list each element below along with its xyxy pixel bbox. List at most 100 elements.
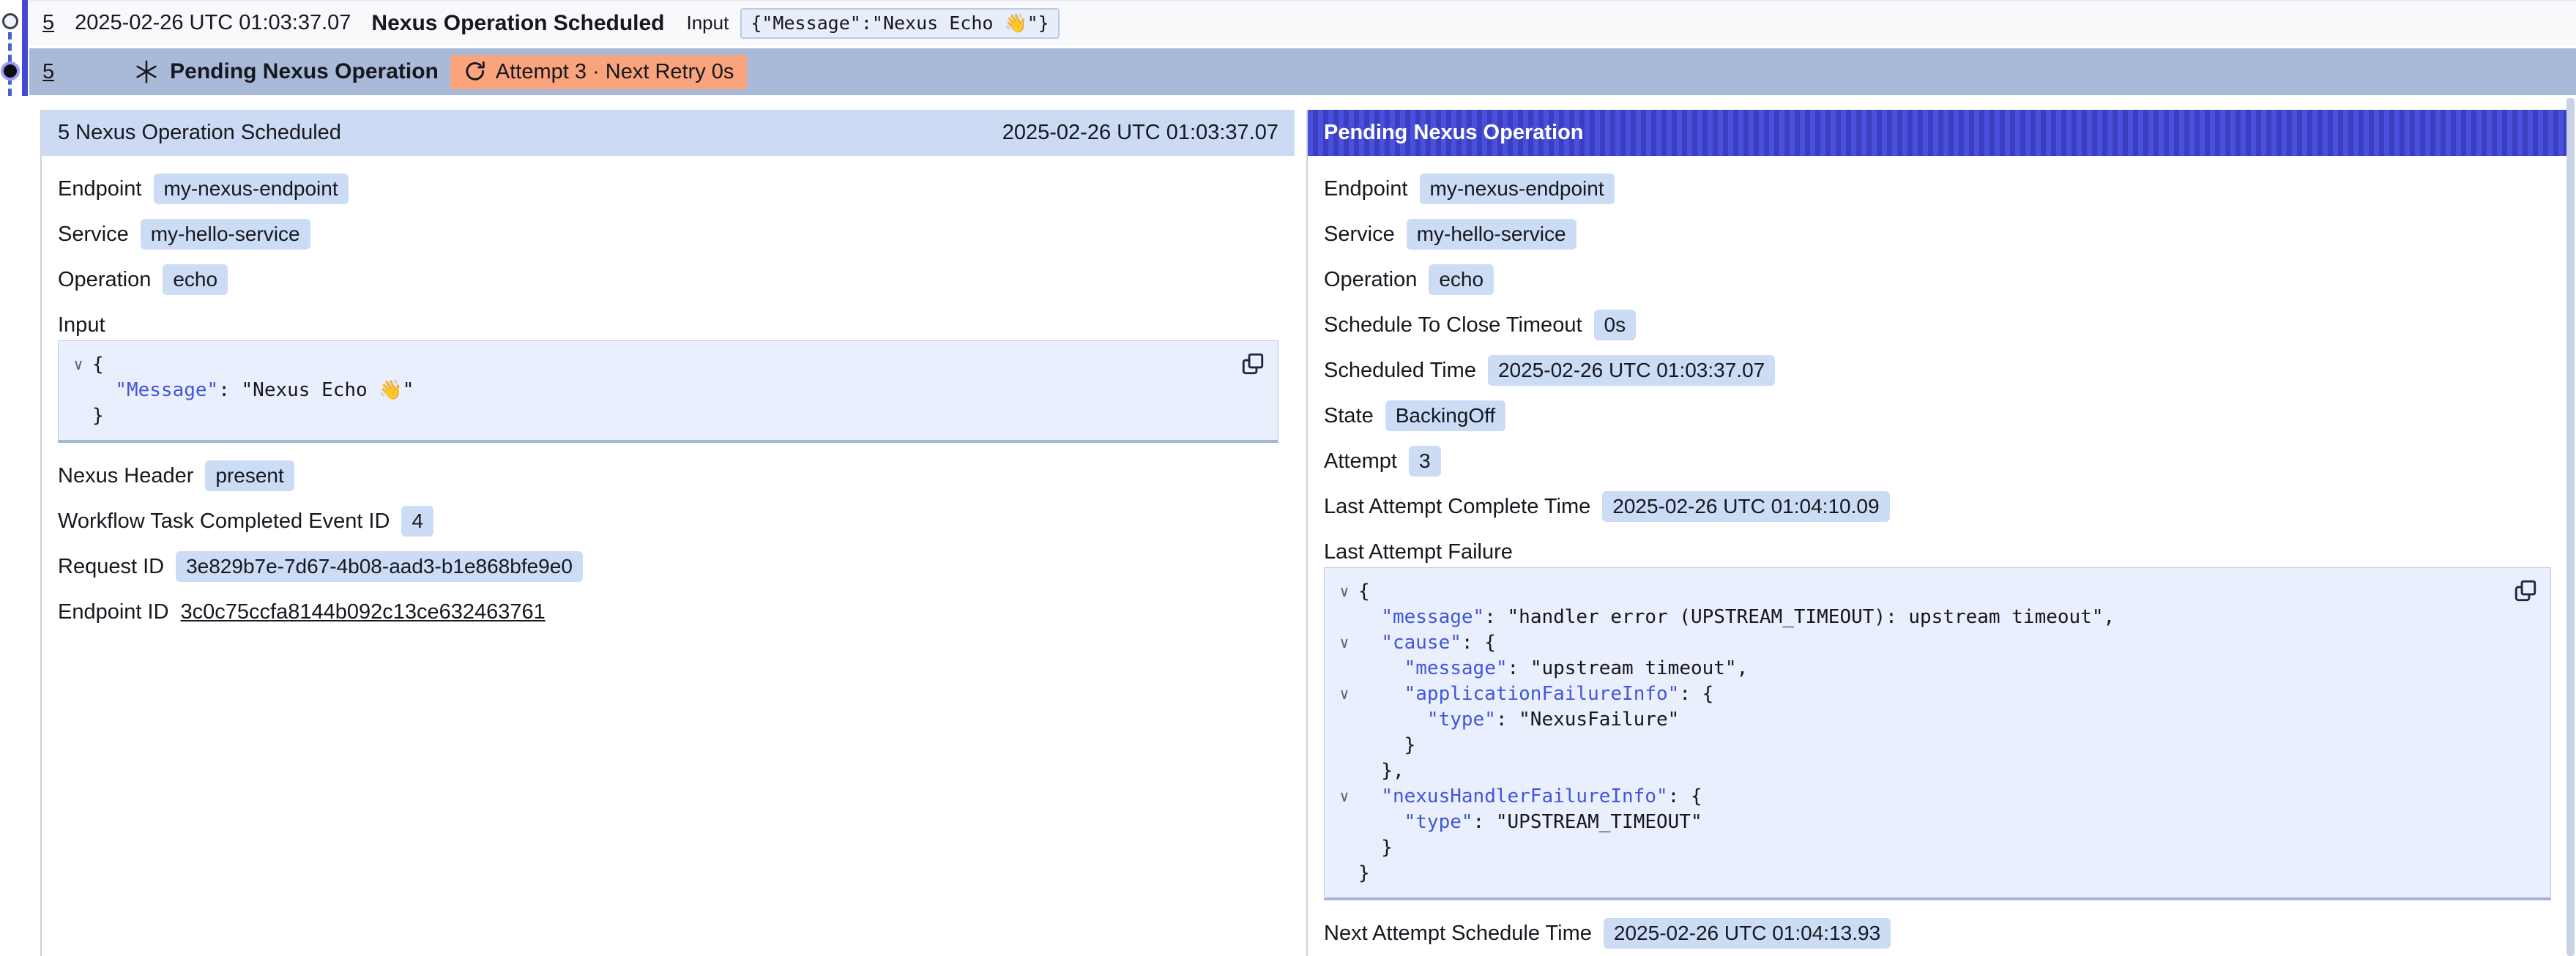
- attempt-retry-label: Attempt 3 · Next Retry 0s: [496, 60, 734, 84]
- code-text: "type": "NexusFailure": [1358, 707, 1679, 733]
- scheduled-panel-body: Endpointmy-nexus-endpointServicemy-hello…: [42, 156, 1295, 629]
- code-gutter: [1330, 758, 1358, 784]
- code-gutter: [64, 378, 92, 403]
- field-row: Operationecho: [58, 263, 1278, 296]
- field-row: StateBackingOff: [1324, 399, 2551, 433]
- collapse-chevron-icon[interactable]: ∨: [1330, 784, 1358, 810]
- scrollbar[interactable]: [2566, 98, 2575, 956]
- event-detail-panels: 5 Nexus Operation Scheduled 2025-02-26 U…: [40, 110, 2576, 956]
- code-text: }: [1358, 835, 1393, 861]
- code-text: }: [92, 403, 104, 429]
- event-input-label: Input: [687, 12, 729, 34]
- scheduled-event-panel: 5 Nexus Operation Scheduled 2025-02-26 U…: [40, 110, 1295, 956]
- event-row-scheduled[interactable]: 5 2025-02-26 UTC 01:03:37.07 Nexus Opera…: [29, 0, 2576, 45]
- field-label: Endpoint: [58, 177, 142, 201]
- field-row: Attempt 3: [1324, 444, 2551, 478]
- collapse-chevron-icon[interactable]: ∨: [1330, 579, 1358, 605]
- pending-panel-title: Pending Nexus Operation: [1324, 121, 1584, 145]
- failure-section-label: Last Attempt Failure: [1324, 535, 2551, 564]
- code-lines: ∨{ "message": "handler error (UPSTREAM_T…: [1330, 579, 2536, 886]
- collapse-chevron-icon[interactable]: ∨: [1330, 681, 1358, 707]
- scheduled-panel-title: 5 Nexus Operation Scheduled: [58, 121, 341, 145]
- field-label: Request ID: [58, 555, 164, 579]
- input-section-label: Input: [58, 308, 1278, 337]
- field-label: Scheduled Time: [1324, 359, 1476, 383]
- field-value-badge: 0s: [1594, 310, 1637, 340]
- timeline-event-marker-icon: [2, 13, 18, 29]
- field-value-badge: echo: [163, 264, 228, 295]
- pending-panel-body: Endpointmy-nexus-endpoint Service my-hello…: [1308, 156, 2567, 950]
- code-text: {: [92, 352, 104, 378]
- code-line: "type": "NexusFailure": [1330, 707, 2536, 733]
- code-line: "message": "upstream timeout",: [1330, 656, 2536, 681]
- code-text: {: [1358, 579, 1370, 605]
- code-line: },: [1330, 758, 2536, 784]
- code-text: "cause": {: [1358, 630, 1496, 656]
- field-label: Attempt: [1324, 449, 1397, 474]
- code-lines: ∨{ "Message": "Nexus Echo 👋"}: [64, 352, 1263, 429]
- collapse-chevron-icon[interactable]: ∨: [1330, 630, 1358, 656]
- code-gutter: [1330, 605, 1358, 630]
- collapse-chevron-icon[interactable]: ∨: [64, 352, 92, 378]
- field-label: Next Attempt Schedule Time: [1324, 922, 1592, 946]
- pending-event-title: Pending Nexus Operation: [170, 59, 439, 84]
- copy-icon[interactable]: [1240, 351, 1266, 378]
- field-row: Endpoint ID3c0c75ccfa8144b092c13ce632463…: [58, 595, 1278, 629]
- code-text: "nexusHandlerFailureInfo": {: [1358, 784, 1702, 810]
- event-input-chip[interactable]: {"Message":"Nexus Echo 👋"}: [740, 8, 1059, 39]
- field-value-badge: my-nexus-endpoint: [1420, 173, 1615, 204]
- code-gutter: [1330, 861, 1358, 886]
- event-history-screen: 5 2025-02-26 UTC 01:03:37.07 Nexus Opera…: [0, 0, 2576, 956]
- field-value-badge: 2025-02-26 UTC 01:04:10.09: [1602, 491, 1889, 522]
- scheduled-fields-top: Endpointmy-nexus-endpointServicemy-hello…: [58, 172, 1278, 296]
- failure-json-block: ∨{ "message": "handler error (UPSTREAM_T…: [1324, 567, 2551, 900]
- field-label: Service: [1324, 223, 1395, 247]
- field-value-badge: my-hello-service: [1407, 219, 1577, 250]
- copy-icon[interactable]: [2512, 578, 2539, 605]
- code-text: }: [1358, 861, 1370, 886]
- scheduled-panel-header: 5 Nexus Operation Scheduled 2025-02-26 U…: [42, 110, 1295, 156]
- field-value-badge: 3: [1409, 446, 1441, 477]
- code-text: "Message": "Nexus Echo 👋": [92, 378, 414, 403]
- field-row: Next Attempt Schedule Time 2025-02-26 UTC…: [1324, 916, 2551, 950]
- event-timestamp: 2025-02-26 UTC 01:03:37.07: [75, 11, 351, 35]
- code-line: "message": "handler error (UPSTREAM_TIME…: [1330, 605, 2536, 630]
- field-row: Endpointmy-nexus-endpoint: [1324, 172, 2551, 206]
- field-value-link[interactable]: 3c0c75ccfa8144b092c13ce632463761: [181, 600, 546, 624]
- code-line: ∨{: [64, 352, 1263, 378]
- event-row-pending[interactable]: 5 Pending Nexus Operation Attempt 3 · Ne…: [29, 48, 2576, 95]
- field-value-badge: 3e829b7e-7d67-4b08-aad3-b1e868bfe9e0: [176, 551, 583, 582]
- field-label: State: [1324, 404, 1374, 428]
- field-value-badge: 2025-02-26 UTC 01:04:13.93: [1604, 918, 1891, 949]
- code-text: }: [1358, 733, 1415, 758]
- code-gutter: [1330, 835, 1358, 861]
- timeline-active-bar: [22, 0, 28, 96]
- code-gutter: [1330, 707, 1358, 733]
- code-line: }: [1330, 733, 2536, 758]
- field-label: Schedule To Close Timeout: [1324, 313, 1582, 337]
- field-row: Scheduled Time2025-02-26 UTC 01:03:37.07: [1324, 354, 2551, 387]
- field-row: Schedule To Close Timeout 0s: [1324, 308, 2551, 342]
- code-line: }: [1330, 835, 2536, 861]
- code-text: },: [1358, 758, 1404, 784]
- event-title: Nexus Operation Scheduled: [371, 11, 664, 36]
- scheduled-fields-bottom: Nexus HeaderpresentWorkflow Task Complet…: [58, 459, 1278, 629]
- pending-operation-panel: Pending Nexus Operation Endpointmy-nexus…: [1306, 110, 2567, 956]
- code-line: ∨ "applicationFailureInfo": {: [1330, 681, 2536, 707]
- code-line: "type": "UPSTREAM_TIMEOUT": [1330, 810, 2536, 835]
- event-id-link[interactable]: 5: [42, 11, 54, 35]
- field-value-badge: my-nexus-endpoint: [154, 173, 349, 204]
- field-label: Operation: [1324, 268, 1417, 292]
- code-line: ∨ "cause": {: [1330, 630, 2536, 656]
- code-gutter: [1330, 733, 1358, 758]
- field-label: Workflow Task Completed Event ID: [58, 509, 390, 534]
- field-row: Workflow Task Completed Event ID4: [58, 504, 1278, 538]
- event-id-link[interactable]: 5: [42, 60, 54, 84]
- code-line: }: [1330, 861, 2536, 886]
- timeline-pending-marker-icon: [1, 61, 20, 81]
- field-row: Last Attempt Complete Time2025-02-26 UTC…: [1324, 490, 2551, 523]
- pending-panel-header: Pending Nexus Operation: [1308, 110, 2567, 156]
- code-line: ∨{: [1330, 579, 2536, 605]
- pending-asterisk-icon: [133, 59, 160, 85]
- attempt-retry-badge: Attempt 3 · Next Retry 0s: [450, 55, 748, 89]
